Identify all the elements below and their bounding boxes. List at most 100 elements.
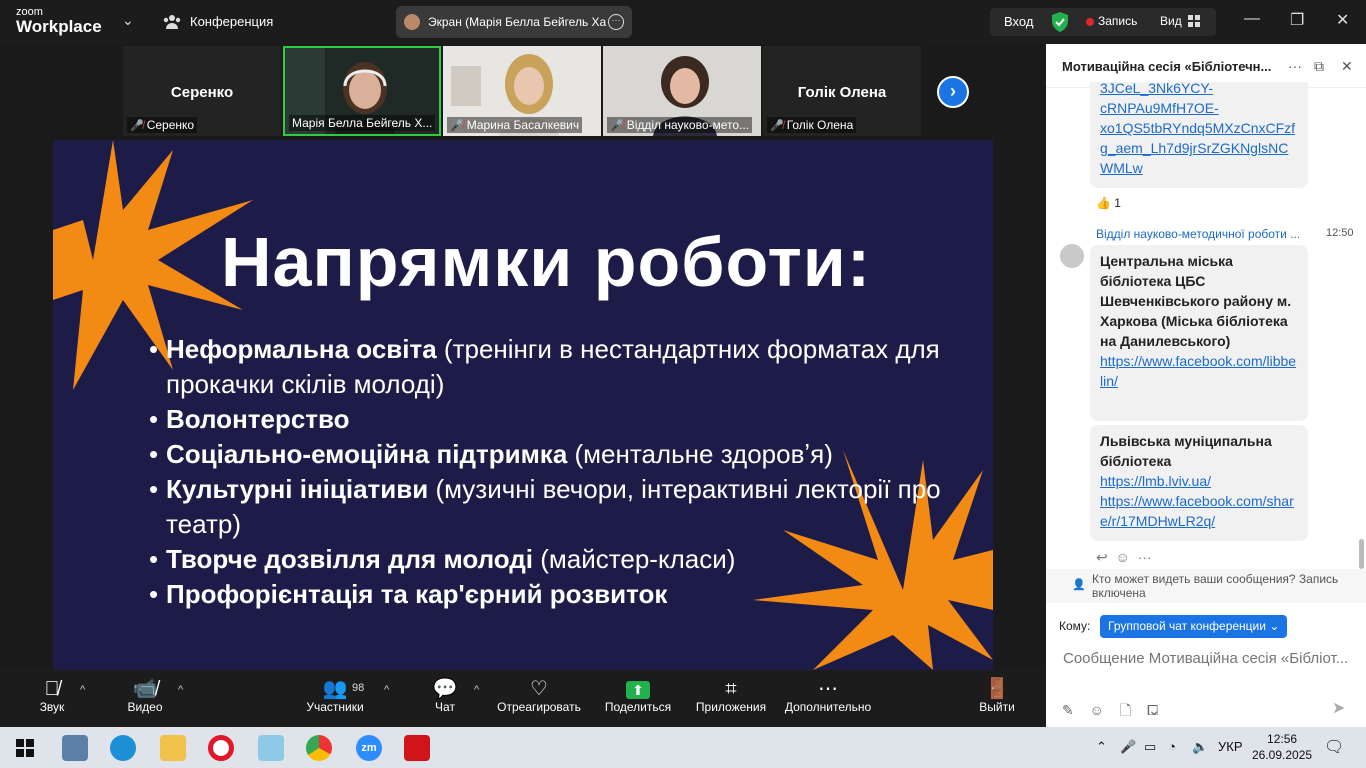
chat-link[interactable]: https://lmb.lviv.ua/ xyxy=(1100,471,1298,491)
chevron-down-icon[interactable]: ⌄ xyxy=(122,12,134,29)
slide-bullet: Соціально-емоційна підтримка (ментальне … xyxy=(149,437,979,472)
file-icon[interactable]: 🗋 xyxy=(1120,702,1131,718)
apps-icon: ⌗ xyxy=(725,678,737,700)
chrome-icon[interactable] xyxy=(306,735,332,761)
visibility-notice[interactable]: 👤 Кто может видеть ваши сообщения? Запис… xyxy=(1046,569,1366,603)
app-icon[interactable] xyxy=(258,735,284,761)
chat-icon: 💬 xyxy=(432,678,458,700)
calculator-icon[interactable] xyxy=(62,735,88,761)
more-icon: ⋯ xyxy=(818,678,838,700)
send-icon[interactable]: ➤ xyxy=(1332,698,1345,718)
record-dot-icon xyxy=(1086,18,1094,26)
reaction-badge[interactable]: 👍 1 xyxy=(1096,196,1121,210)
recipient-label: Кому: xyxy=(1059,619,1091,633)
battery-icon[interactable]: ▭ xyxy=(1144,739,1156,755)
leave-button[interactable]: 🚪 Выйти xyxy=(976,670,1018,727)
folder-icon[interactable] xyxy=(160,735,186,761)
record-label[interactable]: Запись xyxy=(1098,14,1137,28)
close-icon[interactable]: ✕ xyxy=(1336,10,1349,30)
chat-message-bubble: Львівська муніципальна бібліотека https:… xyxy=(1090,425,1308,541)
chevron-up-icon[interactable]: ^ xyxy=(474,684,479,696)
zoom-icon[interactable]: zm xyxy=(356,735,382,761)
screen-share-indicator[interactable]: Экран (Марія Белла Бейгель Ха ··· xyxy=(396,6,632,38)
more-options-icon[interactable]: ··· xyxy=(1288,58,1302,74)
people-icon: 👤 xyxy=(1072,579,1086,591)
slide-bullet: Творче дозвілля для молоді (майстер-клас… xyxy=(149,542,979,577)
windows-start-icon[interactable] xyxy=(16,739,34,757)
participant-tile[interactable]: 🎤̸ Відділ науково-мето... xyxy=(603,46,761,136)
participants-button[interactable]: 👥 Участники xyxy=(302,670,368,727)
reply-icon[interactable]: ↩ xyxy=(1096,549,1108,565)
video-button[interactable]: 📹̸ Видео xyxy=(120,670,170,727)
emoji-icon[interactable]: ☺ xyxy=(1116,549,1130,565)
participant-big-name: Серенко xyxy=(170,84,234,101)
slide-bullet: Волонтерство xyxy=(149,402,979,437)
message-sender[interactable]: Відділ науково-методичної роботи ... xyxy=(1096,227,1322,241)
apps-button[interactable]: ⌗ Приложения xyxy=(694,670,768,727)
chat-button[interactable]: 💬 Чат xyxy=(426,670,464,727)
chevron-up-icon[interactable]: ^ xyxy=(80,684,85,696)
title-bar: zoom Workplace ⌄ Конференция Экран (Марі… xyxy=(0,0,1366,44)
next-page-button[interactable]: › xyxy=(937,76,969,108)
thumbs-up-icon: 👍 xyxy=(1096,196,1111,210)
maximize-icon[interactable]: ❐ xyxy=(1290,10,1304,30)
more-button[interactable]: ⋯ Дополнительно xyxy=(782,670,874,727)
participant-tile[interactable]: 🎤̸ Марина Басалкевич xyxy=(443,46,601,136)
chat-scrollbar[interactable] xyxy=(1359,539,1364,569)
chevron-up-icon[interactable]: ^ xyxy=(384,684,389,696)
conference-label[interactable]: Конференция xyxy=(190,14,273,29)
share-button[interactable]: ⬆ Поделиться xyxy=(603,670,673,727)
participant-label: 🎤̸ Відділ науково-мето... xyxy=(607,117,753,133)
record-view-group: Вход Запись Вид xyxy=(990,8,1216,36)
sound-button[interactable]: 🎙̸ Звук xyxy=(30,670,74,727)
login-button[interactable]: Вход xyxy=(1004,14,1033,29)
chat-link[interactable]: https://www.facebook.com/libbelin/ xyxy=(1100,353,1296,389)
microphone-icon[interactable]: 🎤 xyxy=(1120,739,1136,755)
message-input[interactable] xyxy=(1063,645,1353,671)
chat-link[interactable]: 3JCeL_3Nk6YCY-cRNPAu9MfH7OE-xo1QS5tbRYnd… xyxy=(1100,78,1298,178)
mic-muted-icon: 🎤̸ xyxy=(450,120,464,132)
chevron-up-icon[interactable]: ^ xyxy=(178,684,183,696)
participant-label: 🎤̸ Голік Олена xyxy=(767,117,857,133)
chat-link[interactable]: https://www.facebook.com/share/r/17MDHwL… xyxy=(1100,491,1298,531)
view-button[interactable]: Вид xyxy=(1160,14,1182,28)
chat-message-bubble: 3JCeL_3Nk6YCY-cRNPAu9MfH7OE-xo1QS5tbRYnd… xyxy=(1090,80,1308,188)
edge-icon[interactable] xyxy=(110,735,136,761)
pop-out-icon[interactable]: ⧉ xyxy=(1314,58,1324,75)
react-button[interactable]: ♡ Отреагировать xyxy=(496,670,582,727)
participant-tile[interactable]: Серенко 🎤̸ Серенко xyxy=(123,46,281,136)
language-indicator[interactable]: УКР xyxy=(1218,739,1243,754)
recipient-select[interactable]: Групповой чат конференции ⌄ xyxy=(1100,615,1288,638)
more-options-icon[interactable]: ··· xyxy=(608,14,624,30)
chevron-down-icon: ⌄ xyxy=(1269,619,1280,633)
mic-muted-icon: 🎙̸ xyxy=(44,678,60,700)
chevron-down-icon[interactable]: ⌄ xyxy=(1148,702,1160,718)
grid-view-icon[interactable] xyxy=(1188,15,1200,27)
pdf-icon[interactable] xyxy=(404,735,430,761)
volume-icon[interactable]: 🔈 xyxy=(1192,739,1208,755)
wifi-icon[interactable]: ◔ xyxy=(1168,739,1176,754)
chat-panel: Мотиваційна сесія «Бібліотечн... ··· ⧉ ✕… xyxy=(1046,44,1366,727)
clock[interactable]: 12:56 26.09.2025 xyxy=(1252,731,1312,763)
opera-icon[interactable] xyxy=(208,735,234,761)
minimize-icon[interactable]: — xyxy=(1244,10,1260,28)
video-off-icon: 📹̸ xyxy=(132,678,158,700)
exit-icon: 🚪 xyxy=(984,678,1010,700)
participant-tile[interactable]: Голік Олена 🎤̸ Голік Олена xyxy=(763,46,921,136)
compose-toolbar: ✎ ☺ 🗋 ⧠⌄ xyxy=(1062,700,1160,724)
emoji-icon[interactable]: ☺ xyxy=(1090,702,1104,718)
participants-group-icon[interactable] xyxy=(162,12,182,32)
chevron-up-icon[interactable]: ⌃ xyxy=(1096,739,1107,755)
participant-tile[interactable]: Марія Белла Бейгель Х... xyxy=(283,46,441,136)
more-options-icon[interactable]: ··· xyxy=(1138,549,1152,565)
shield-check-icon[interactable] xyxy=(1050,11,1070,33)
format-icon[interactable]: ✎ xyxy=(1062,702,1074,718)
message-text: Львівська муніципальна бібліотека xyxy=(1100,433,1272,469)
participant-label: 🎤̸ Марина Басалкевич xyxy=(447,117,583,133)
participant-label: Марія Белла Бейгель Х... xyxy=(289,115,436,131)
slide-bullet: Неформальна освіта (тренінги в нестандар… xyxy=(149,332,979,402)
close-icon[interactable]: ✕ xyxy=(1341,58,1353,75)
chevron-right-icon: › xyxy=(950,81,956,101)
slide-bullet: Профорієнтація та кар'єрний розвиток xyxy=(149,577,979,612)
notifications-icon[interactable]: 🗨 xyxy=(1324,737,1344,757)
